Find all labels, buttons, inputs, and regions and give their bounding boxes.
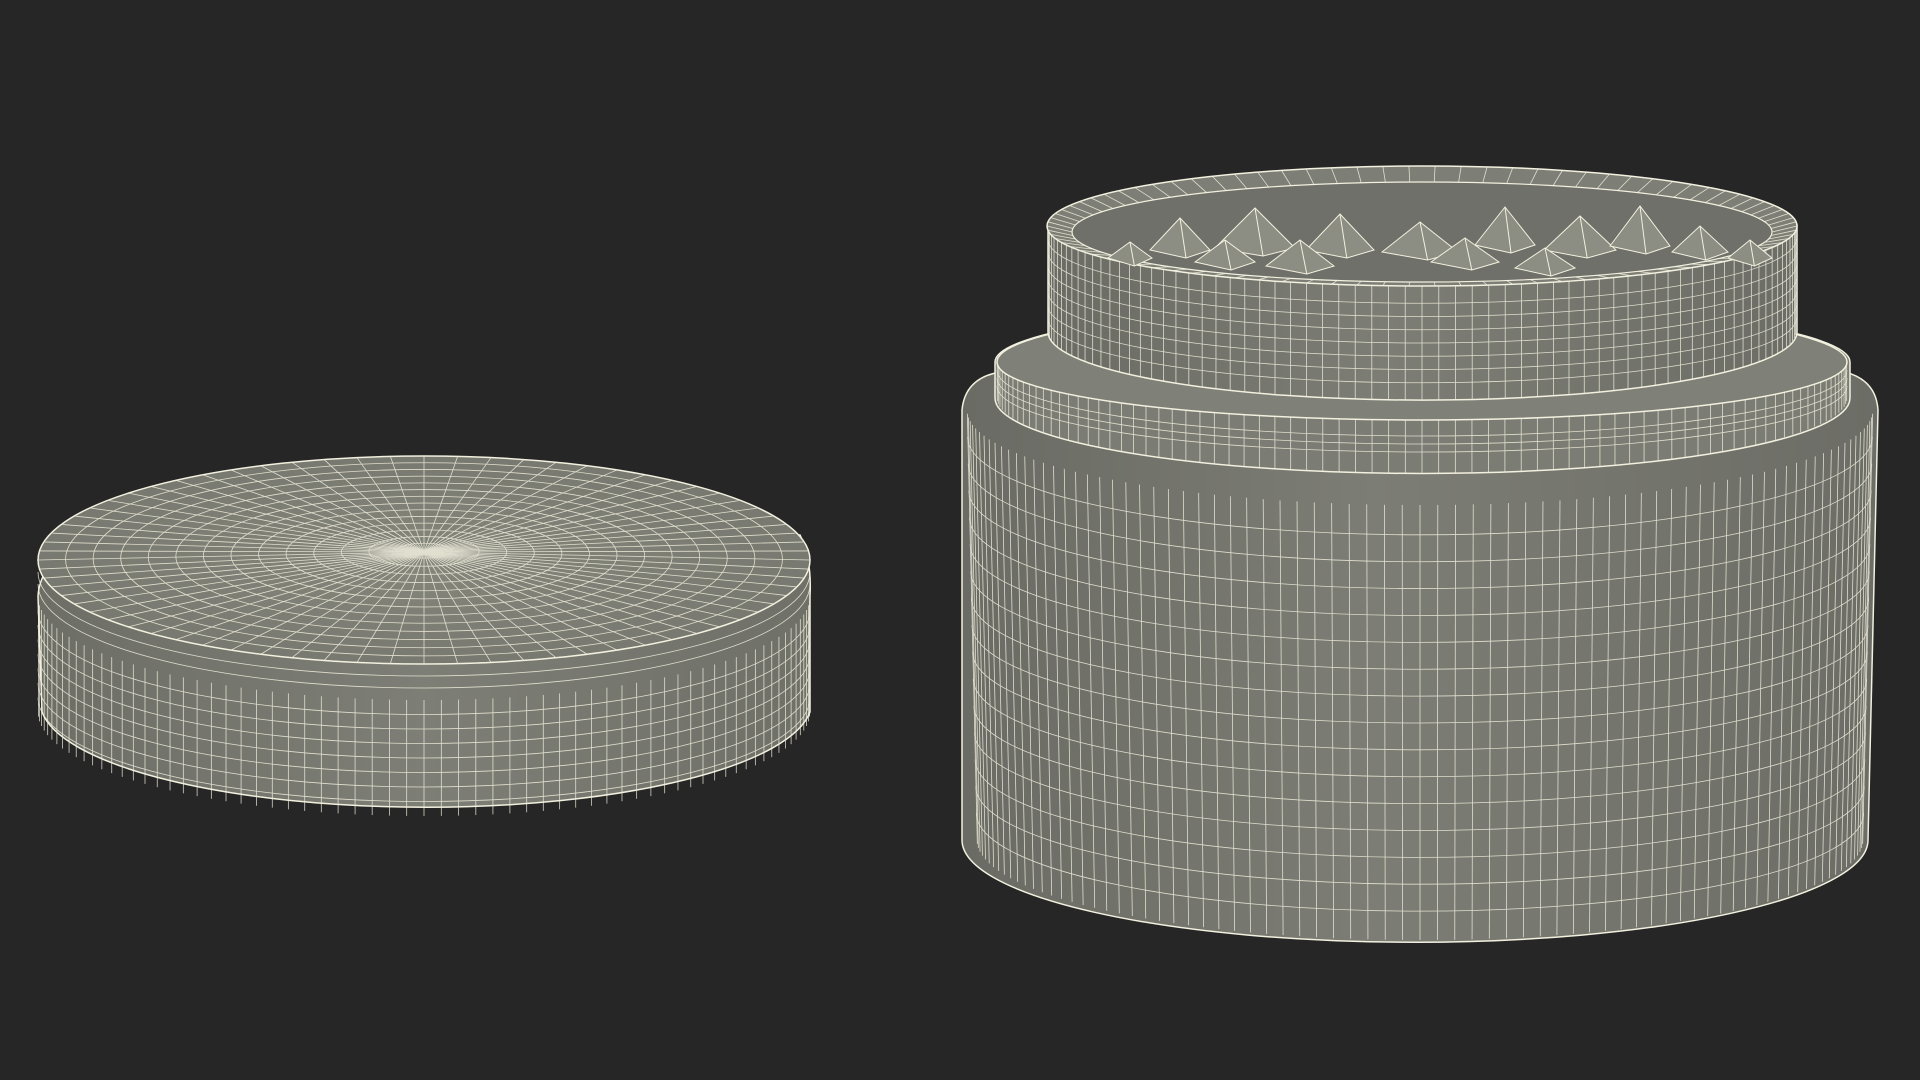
grinder-lid-mesh xyxy=(37,455,812,816)
wireframe-render-viewport xyxy=(0,0,1920,1080)
grinder-body-mesh xyxy=(961,165,1879,943)
